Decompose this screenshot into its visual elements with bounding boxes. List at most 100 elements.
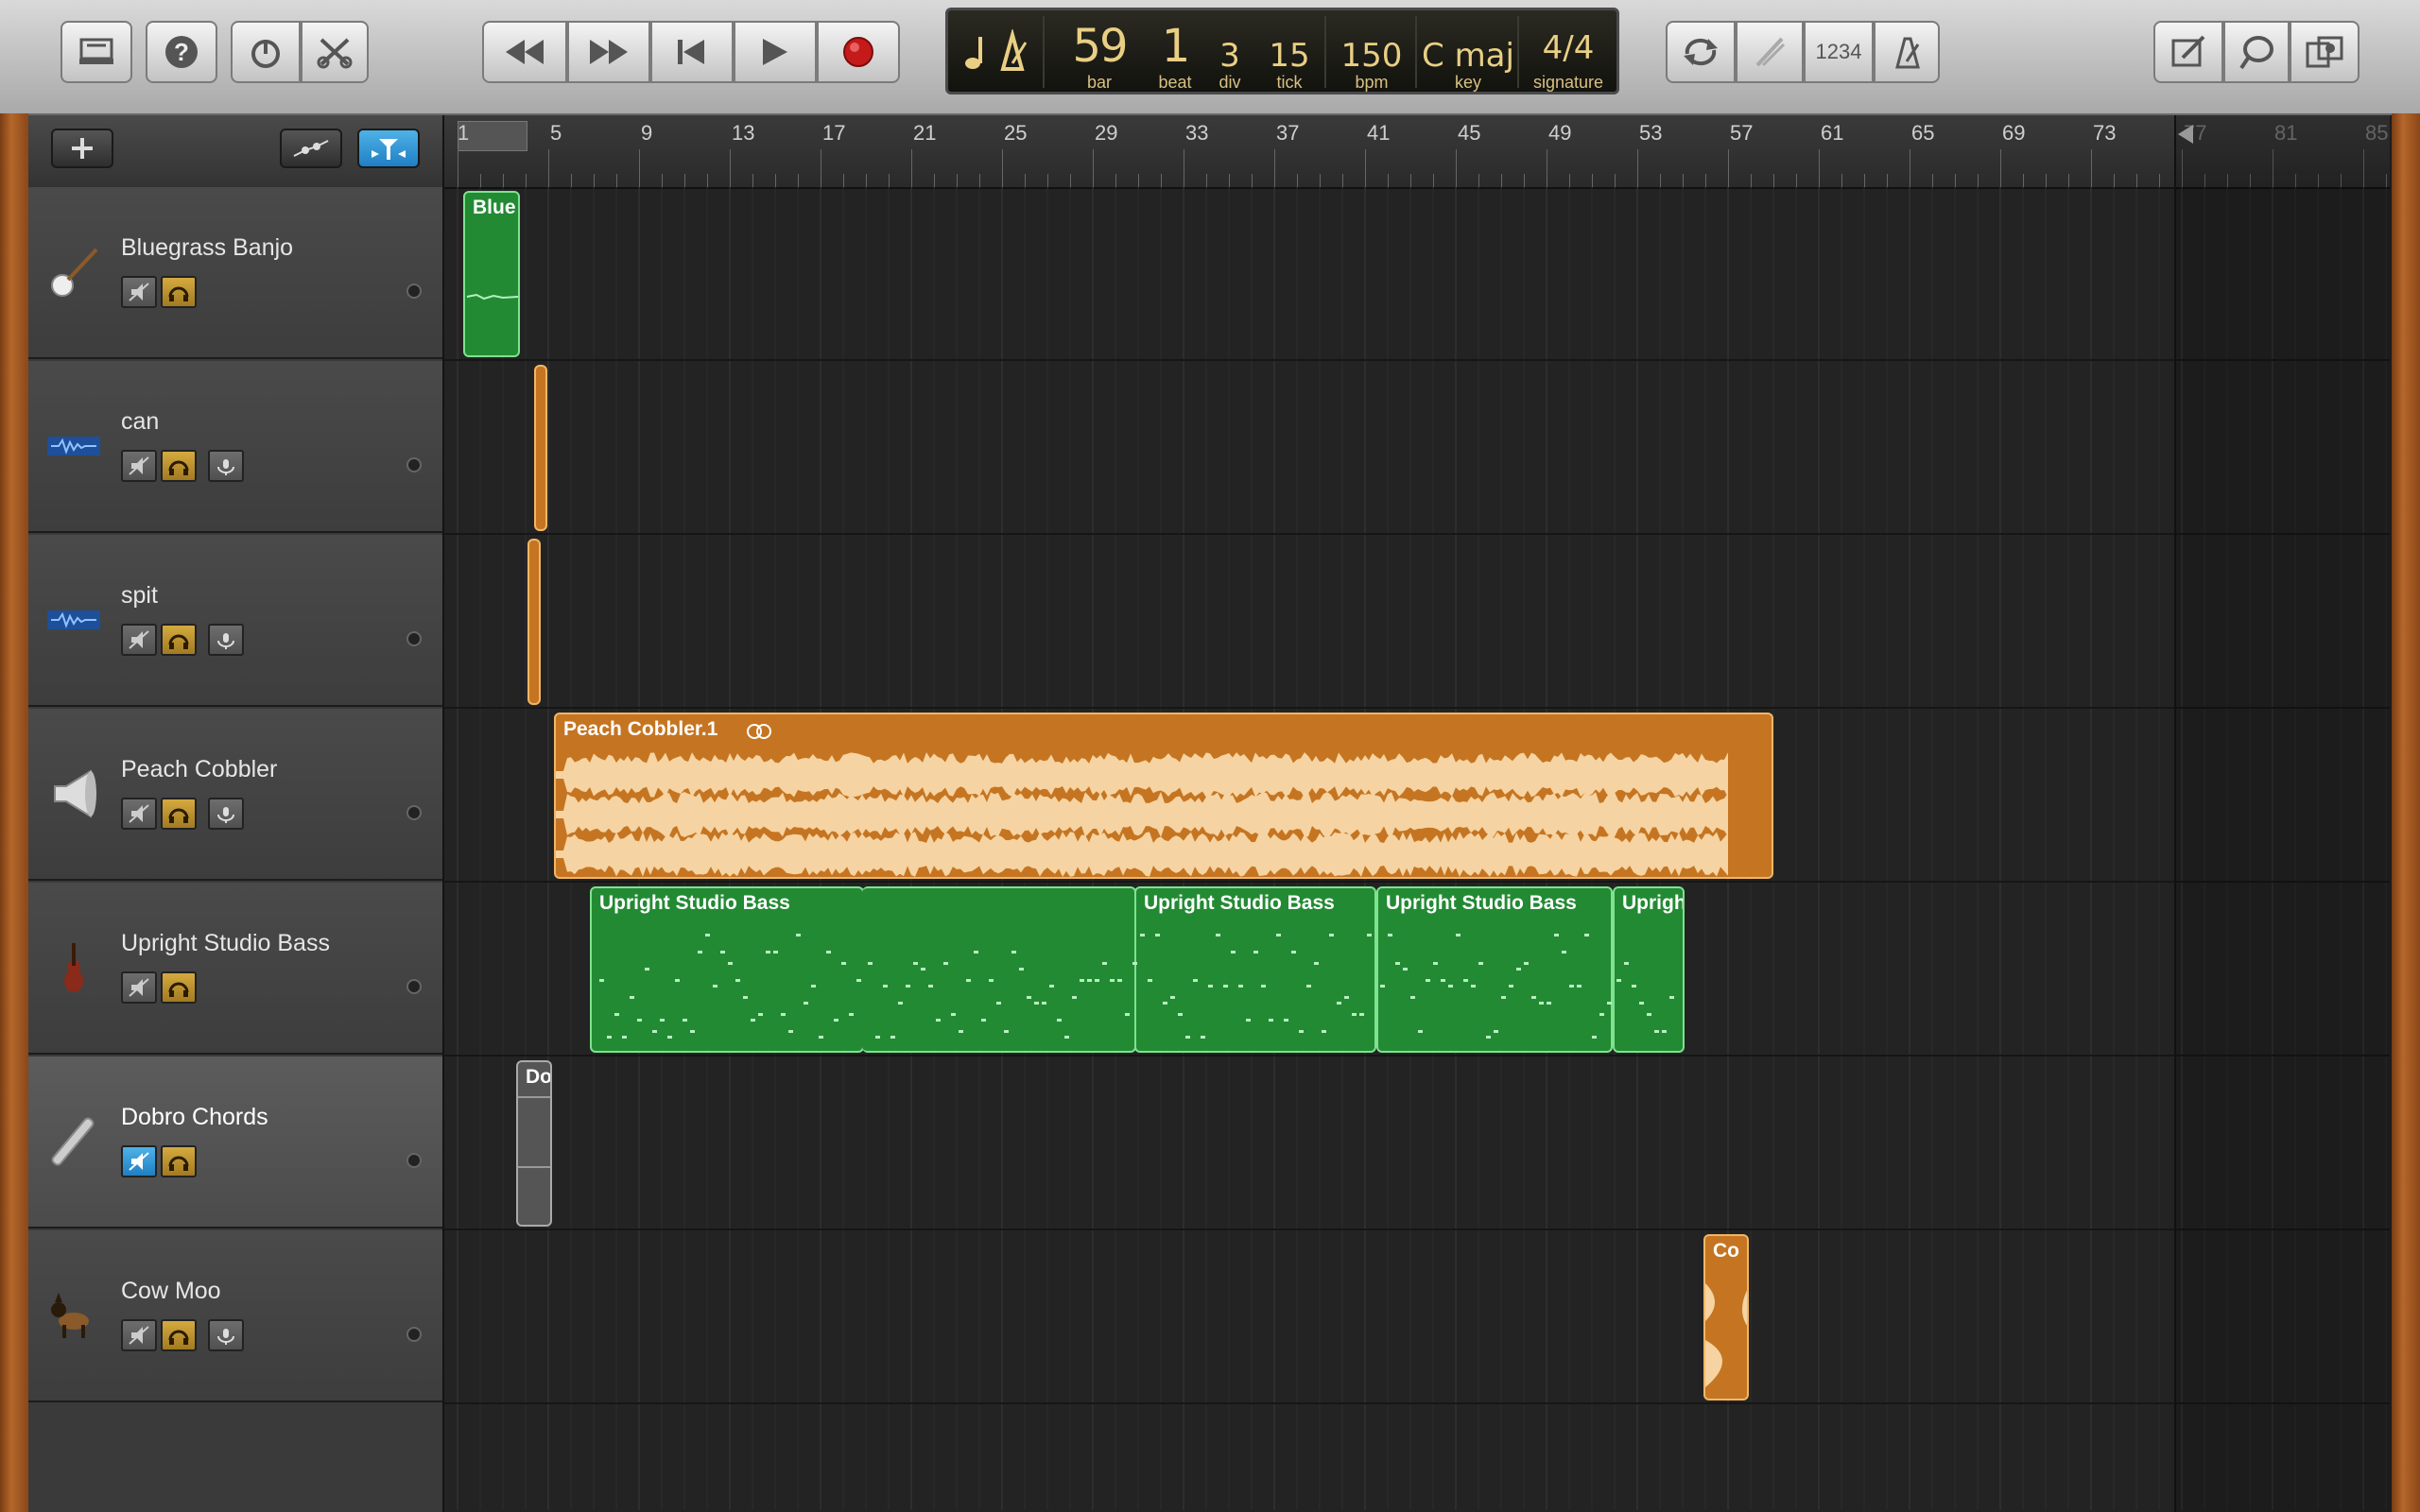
lane-spit[interactable]: [444, 535, 2390, 709]
track-volume-knob[interactable]: [406, 979, 422, 994]
lane-dobro-chords[interactable]: [444, 1057, 2390, 1230]
track-name[interactable]: Cow Moo: [121, 1278, 221, 1305]
mute-button[interactable]: [121, 1319, 157, 1351]
track-name[interactable]: can: [121, 408, 159, 436]
input-monitoring-button[interactable]: [208, 624, 244, 656]
track-header-upright-studio-bass[interactable]: Upright Studio Bass: [28, 883, 442, 1055]
region-bluegrass-banjo[interactable]: Blue: [463, 191, 520, 357]
lcd-signature[interactable]: 4/4 signature: [1521, 10, 1616, 92]
lcd-key[interactable]: C maj key: [1421, 10, 1515, 92]
track-name[interactable]: Dobro Chords: [121, 1104, 268, 1131]
input-monitoring-button[interactable]: [208, 450, 244, 482]
editors-icon: [317, 38, 353, 69]
library-button[interactable]: [60, 21, 132, 83]
solo-button[interactable]: [161, 798, 197, 830]
input-monitor-icon: [217, 459, 234, 475]
end-marker-icon[interactable]: [2176, 123, 2195, 146]
mute-button[interactable]: [121, 971, 157, 1004]
region-dobro-chords[interactable]: Do: [516, 1060, 552, 1227]
track-header-cow-moo[interactable]: Cow Moo: [28, 1230, 442, 1402]
go-to-beginning-icon: [678, 40, 704, 64]
lane-bluegrass-banjo[interactable]: [444, 187, 2390, 361]
track-header-dobro-chords[interactable]: Dobro Chords: [28, 1057, 442, 1228]
lcd-bar[interactable]: 59 bar: [1052, 10, 1147, 92]
mute-button[interactable]: [121, 1145, 157, 1177]
mute-button[interactable]: [121, 798, 157, 830]
track-name[interactable]: spit: [121, 582, 158, 610]
smart-controls-button[interactable]: [231, 21, 301, 83]
lcd-tempo[interactable]: 150 bpm: [1330, 10, 1413, 92]
mute-icon: [129, 630, 149, 649]
track-header-peach-cobbler[interactable]: Peach Cobbler: [28, 709, 442, 881]
track-volume-knob[interactable]: [406, 457, 422, 472]
speaker-icon: [54, 769, 96, 818]
help-button[interactable]: ?: [146, 21, 217, 83]
ruler-bar-number: 37: [1276, 121, 1300, 145]
track-volume-knob[interactable]: [406, 631, 422, 646]
tuner-icon: [1755, 37, 1786, 67]
track-volume-knob[interactable]: [406, 284, 422, 299]
catch-playhead-button[interactable]: [357, 129, 420, 168]
ruler-bar-number: 17: [822, 121, 846, 145]
input-monitoring-button[interactable]: [208, 798, 244, 830]
loop-browser-button[interactable]: [2223, 21, 2290, 83]
solo-button[interactable]: [161, 1319, 197, 1351]
ruler-bar-number: 57: [1730, 121, 1754, 145]
solo-button[interactable]: [161, 276, 197, 308]
mute-button[interactable]: [121, 450, 157, 482]
lane-can[interactable]: [444, 361, 2390, 535]
wood-panel-left: [0, 113, 28, 1512]
solo-button[interactable]: [161, 1145, 197, 1177]
editors-button[interactable]: [301, 21, 369, 83]
region-peach-cobbler[interactable]: Peach Cobbler.1: [554, 713, 1773, 879]
loop-browser-icon: [2239, 36, 2273, 70]
track-volume-knob[interactable]: [406, 805, 422, 820]
lcd-mode-icons[interactable]: [956, 10, 1041, 92]
lcd-tick[interactable]: 15 tick: [1256, 10, 1322, 92]
automation-button[interactable]: [280, 129, 342, 168]
metronome-button[interactable]: [1874, 21, 1940, 83]
region-spit[interactable]: [527, 539, 541, 705]
lcd-display[interactable]: 59 bar 1 beat 3 div 15 tick 150 bpm C ma…: [945, 8, 1619, 94]
count-in-button[interactable]: 1234: [1804, 21, 1874, 83]
region-can[interactable]: [534, 365, 547, 531]
mute-button[interactable]: [121, 276, 157, 308]
headphones-icon: [168, 982, 189, 997]
tuner-button[interactable]: [1736, 21, 1804, 83]
fast-forward-button[interactable]: [567, 21, 650, 83]
track-header-can[interactable]: can: [28, 361, 442, 533]
track-header-spit[interactable]: spit: [28, 535, 442, 707]
mute-icon: [129, 1326, 149, 1345]
track-volume-knob[interactable]: [406, 1327, 422, 1342]
go-to-beginning-button[interactable]: [650, 21, 734, 83]
solo-button[interactable]: [161, 450, 197, 482]
rewind-button[interactable]: [482, 21, 567, 83]
headphones-icon: [168, 808, 189, 823]
track-header-bluegrass-banjo[interactable]: Bluegrass Banjo: [28, 187, 442, 359]
cycle-button[interactable]: [1666, 21, 1736, 83]
track-name[interactable]: Bluegrass Banjo: [121, 234, 293, 262]
solo-button[interactable]: [161, 624, 197, 656]
fast-forward-icon: [590, 40, 628, 64]
mute-button[interactable]: [121, 624, 157, 656]
track-name[interactable]: Peach Cobbler: [121, 756, 277, 783]
tracks-area[interactable]: 1 5 9 13 17 21 25 29 33 37 41 45 49 53 57 61 65 69 73 77 81 8…: [444, 115, 2390, 1512]
play-button[interactable]: [734, 21, 817, 83]
region-cow-moo[interactable]: Co: [1703, 1234, 1749, 1400]
lcd-beat[interactable]: 1 beat: [1147, 10, 1203, 92]
media-browser-button[interactable]: [2290, 21, 2360, 83]
ruler-bar-number: 45: [1458, 121, 1481, 145]
lcd-div-label: div: [1219, 73, 1241, 92]
track-name[interactable]: Upright Studio Bass: [121, 930, 330, 957]
notepad-button[interactable]: [2153, 21, 2223, 83]
input-monitoring-button[interactable]: [208, 1319, 244, 1351]
lane-cow-moo[interactable]: [444, 1230, 2390, 1404]
solo-button[interactable]: [161, 971, 197, 1004]
track-volume-knob[interactable]: [406, 1153, 422, 1168]
lcd-div[interactable]: 3 div: [1203, 10, 1256, 92]
mute-icon: [129, 1152, 149, 1171]
ruler[interactable]: 1 5 9 13 17 21 25 29 33 37 41 45 49 53 57 61 65 69 73 77 81 8…: [444, 115, 2390, 189]
region-label: Do: [526, 1066, 552, 1088]
record-button[interactable]: [817, 21, 900, 83]
add-track-button[interactable]: [51, 129, 113, 168]
